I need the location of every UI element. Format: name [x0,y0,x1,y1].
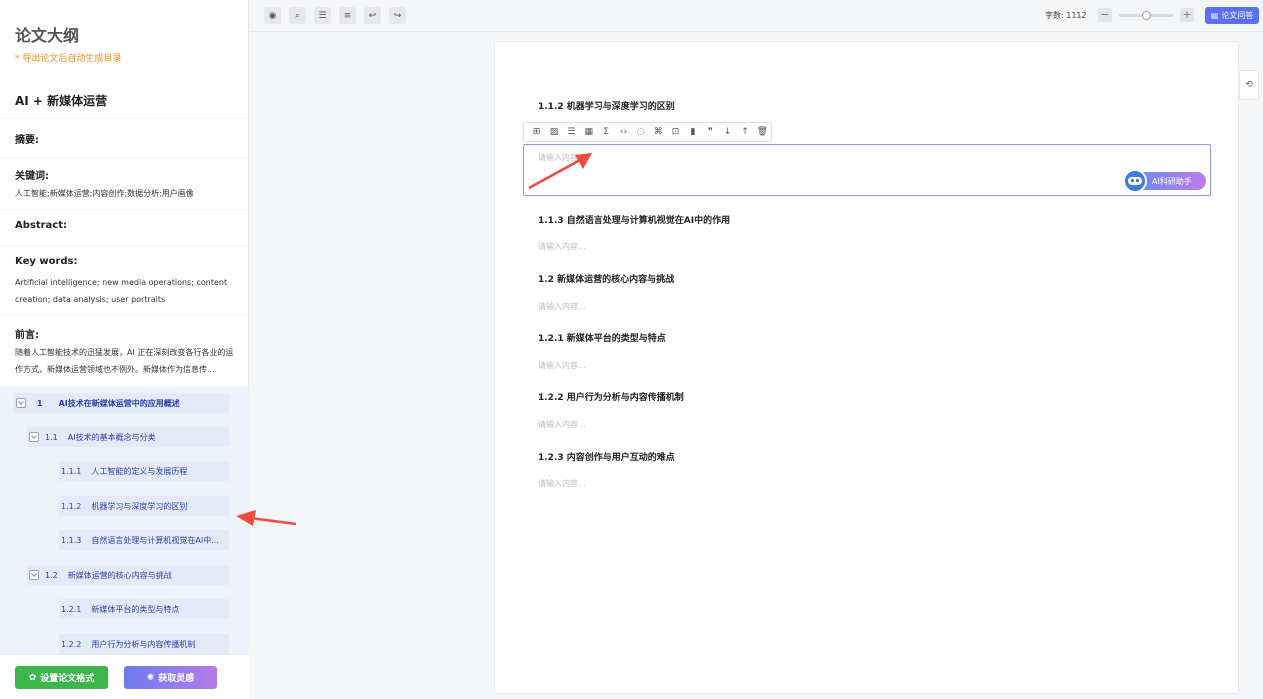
quote-icon[interactable]: ❞ [702,127,719,137]
table-icon[interactable]: ▦ [580,127,597,137]
outline-sidebar: 论文大纲 * 导出论文后自动生成目录 AI + 新媒体运营 摘要: 关键词: 人… [0,0,249,699]
abstract-en-section[interactable]: Abstract: [0,209,249,246]
undo-icon[interactable]: ↩ [364,7,381,24]
sidebar-title: 论文大纲 [15,26,80,45]
outline-item-number: 1.1.2 [61,501,82,511]
section-heading[interactable]: 1.2.3 内容创作与用户互动的难点 [538,450,675,463]
paper-qa-label: 论文问答 [1221,11,1254,20]
preface-heading: 前言: [15,330,39,341]
preface-text: 随着人工智能技术的迅猛发展，AI 正在深刻改变各行各业的运作方式，新媒体运营领域… [15,348,234,374]
abstract-en-heading: Abstract: [15,220,68,231]
paper-qa-button[interactable]: ▤ 论文问答 [1205,7,1259,24]
plus-box-icon[interactable]: ⊞ [528,127,545,137]
collapse-checkbox-icon[interactable] [16,398,26,408]
content-placeholder[interactable]: 请输入内容... [538,478,586,489]
outline-item-label: 新媒体平台的类型与特点 [91,604,180,614]
outline-tree: 1 AI技术在新媒体运营中的应用概述 1.1 AI技术的基本概念与分类 1.1.… [0,386,249,654]
outline-item-1-1-1[interactable]: 1.1.1 人工智能的定义与发展历程 [59,461,229,481]
editor-placeholder: 请输入内容... [538,153,586,162]
sidebar-footer: ✿ 设置论文格式 ✺ 获取灵感 [0,654,249,699]
word-count: 字数: 1112 [1045,11,1087,20]
ai-assistant-label: AI科研助手 [1152,176,1192,186]
image-icon[interactable]: ▨ [545,127,562,137]
keywords-cn-heading: 关键词: [15,171,49,182]
outline-item-1-2-1[interactable]: 1.2.1 新媒体平台的类型与特点 [59,599,229,619]
document-icon: ▤ [1210,11,1219,20]
content-placeholder[interactable]: 请输入内容... [538,419,586,430]
list-icon[interactable]: ≡ [339,7,356,24]
history-icon[interactable]: ⟲ [1239,70,1259,100]
abstract-cn-section[interactable]: 摘要: [0,118,249,158]
gear-icon: ✿ [28,672,37,683]
outline-item-label: AI技术在新媒体运营中的应用概述 [58,398,180,408]
outline-item-label: 用户行为分析与内容传播机制 [91,639,196,649]
robot-icon [1123,169,1147,193]
keywords-en-section[interactable]: Key words: Artificial intelligence; new … [0,245,249,316]
section-heading[interactable]: 1.2.2 用户行为分析与内容传播机制 [538,390,684,403]
eye-icon[interactable]: ◉ [264,7,281,24]
collapse-checkbox-icon[interactable] [29,432,39,442]
content-placeholder[interactable]: 请输入内容... [538,241,586,252]
reference-icon[interactable]: ⊡ [667,127,684,137]
outline-item-number: 1.2.2 [61,639,82,649]
outline-item-number: 1.1.1 [61,466,82,476]
outline-item-number: 1.1.3 [61,535,82,545]
outline-item-1-1[interactable]: 1.1 AI技术的基本概念与分类 [27,427,229,447]
set-format-button[interactable]: ✿ 设置论文格式 [15,666,108,689]
trash-icon[interactable]: 🗑 [754,127,771,137]
keywords-en-heading: Key words: [15,256,78,267]
outline-item-1-2-2[interactable]: 1.2.2 用户行为分析与内容传播机制 [59,634,229,654]
document-page: 1.1.2 机器学习与深度学习的区别 ⊞ ▨ ☰ ▦ Σ ‹› ◌ ⌘ ⊡ ▮ … [494,41,1239,694]
keywords-cn-section[interactable]: 关键词: 人工智能;新媒体运营;内容创作;数据分析;用户画像 [0,157,249,210]
bullet-list-icon[interactable]: ☰ [563,127,580,137]
outline-item-number: 1.1 [45,432,58,442]
outline-item-label: AI技术的基本概念与分类 [67,432,156,442]
arrow-up-icon[interactable]: ↑ [736,127,753,137]
section-heading[interactable]: 1.1.2 机器学习与深度学习的区别 [538,99,675,112]
search-icon[interactable]: ⌕ [289,7,306,24]
sparkle-icon: ✺ [146,672,155,683]
set-format-label: 设置论文格式 [40,674,95,684]
outline-item-label: 新媒体运营的核心内容与挑战 [67,570,172,580]
zoom-slider-handle[interactable] [1141,11,1151,20]
outline-item-label: 自然语言处理与计算机视觉在AI中... [91,535,219,545]
collapse-checkbox-icon[interactable] [29,570,39,580]
section-heading[interactable]: 1.1.3 自然语言处理与计算机视觉在AI中的作用 [538,213,730,226]
formula-icon[interactable]: Σ [597,127,614,137]
sidebar-note: * 导出论文后自动生成目录 [15,54,122,64]
editor-toolbar: ⊞ ▨ ☰ ▦ Σ ‹› ◌ ⌘ ⊡ ▮ ❞ ↓ ↑ 🗑 [523,122,772,142]
bar-chart-icon[interactable]: ▮ [684,127,701,137]
content-placeholder[interactable]: 请输入内容... [538,301,586,312]
code-icon[interactable]: ‹› [615,127,632,137]
flowchart-icon[interactable]: ⌘ [650,127,667,137]
outline-item-1-1-3[interactable]: 1.1.3 自然语言处理与计算机视觉在AI中... [59,530,229,550]
keywords-en-text: Artificial intelligence; new media opera… [15,278,228,304]
content-placeholder[interactable]: 请输入内容... [538,360,586,371]
get-inspiration-label: 获取灵感 [158,674,195,684]
paper-title[interactable]: AI + 新媒体运营 [15,92,107,109]
content-editor[interactable]: 请输入内容... AI科研助手 [523,144,1211,196]
zoom-in-button[interactable]: + [1180,8,1194,22]
section-heading[interactable]: 1.2.1 新媒体平台的类型与特点 [538,331,666,344]
outline-item-label: 人工智能的定义与发展历程 [91,466,188,476]
section-heading[interactable]: 1.2 新媒体运营的核心内容与挑战 [538,272,674,285]
keywords-cn-text: 人工智能;新媒体运营;内容创作;数据分析;用户画像 [15,189,194,198]
outline-item-1-2[interactable]: 1.2 新媒体运营的核心内容与挑战 [27,565,229,585]
zoom-out-button[interactable]: − [1098,8,1112,22]
arrow-down-icon[interactable]: ↓ [719,127,736,137]
preface-section[interactable]: 前言: 随着人工智能技术的迅猛发展，AI 正在深刻改变各行各业的运作方式，新媒体… [0,315,249,386]
ai-assistant-button[interactable]: AI科研助手 [1123,169,1206,193]
outline-item-1[interactable]: 1 AI技术在新媒体运营中的应用概述 [14,393,229,413]
abstract-cn-heading: 摘要: [15,135,39,146]
outline-item-number: 1.2.1 [61,604,82,614]
top-toolbar: ◉ ⌕ ☰ ≡ ↩ ↪ 字数: 1112 − + ▤ 论文问答 [250,0,1263,32]
outline-icon[interactable]: ☰ [314,7,331,24]
bulb-icon[interactable]: ◌ [632,127,649,137]
outline-item-number: 1.2 [45,570,58,580]
outline-item-1-1-2[interactable]: 1.1.2 机器学习与深度学习的区别 [59,496,229,516]
outline-item-number: 1 [37,398,43,408]
outline-item-label: 机器学习与深度学习的区别 [91,501,188,511]
get-inspiration-button[interactable]: ✺ 获取灵感 [124,666,217,689]
redo-icon[interactable]: ↪ [389,7,406,24]
